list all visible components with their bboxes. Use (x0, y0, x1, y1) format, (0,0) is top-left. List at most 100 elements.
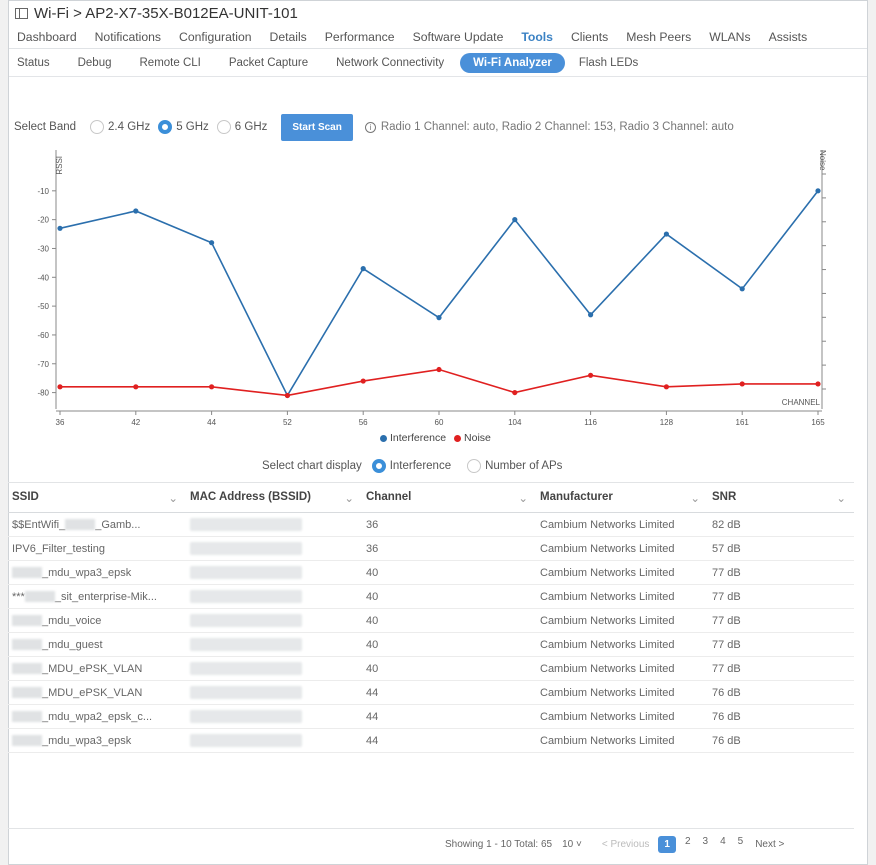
noise-data-point[interactable] (588, 372, 594, 378)
channel-cell: 40 (362, 584, 536, 609)
noise-data-point[interactable] (133, 384, 139, 390)
mac-cell (186, 704, 362, 729)
noise-data-point[interactable] (209, 384, 215, 390)
subtab-flash-leds[interactable]: Flash LEDs (579, 57, 638, 69)
table-row[interactable]: IPV6_Filter_testing 36 Cambium Networks Li… (8, 536, 854, 561)
page-size-select[interactable]: 10 ˅ (562, 839, 582, 850)
page-2-button[interactable]: 2 (685, 836, 691, 853)
table-row[interactable]: _mdu_wpa3_epsk 40 Cambium Networks Limited… (8, 560, 854, 585)
noise-data-point[interactable] (360, 378, 366, 384)
interference-data-point[interactable] (588, 312, 594, 318)
start-scan-button[interactable]: Start Scan (281, 113, 353, 141)
page-3-button[interactable]: 3 (703, 836, 709, 853)
noise-data-point[interactable] (815, 381, 821, 387)
chevron-down-icon[interactable]: ⌄ (168, 491, 178, 505)
tab-performance[interactable]: Performance (325, 30, 395, 44)
col-ssid[interactable]: SSID ⌄ (8, 482, 186, 513)
interference-data-point[interactable] (360, 266, 366, 272)
tab-clients[interactable]: Clients (571, 30, 608, 44)
tab-details[interactable]: Details (270, 30, 307, 44)
x-tick-label: 116 (584, 418, 597, 427)
subtab-packet-capture[interactable]: Packet Capture (229, 57, 308, 69)
noise-data-point[interactable] (663, 384, 670, 390)
chevron-down-icon[interactable]: ⌄ (518, 491, 528, 505)
page-1-button[interactable]: 1 (658, 836, 676, 853)
tab-tools[interactable]: Tools (521, 30, 553, 44)
manufacturer-cell: Cambium Networks Limited (536, 584, 708, 609)
chevron-down-icon[interactable]: ⌄ (836, 491, 846, 505)
legend-noise-label[interactable]: Noise (464, 432, 491, 444)
interference-data-point[interactable] (512, 217, 518, 223)
interference-data-point[interactable] (57, 225, 63, 231)
interference-data-point[interactable] (133, 208, 139, 214)
col-snr[interactable]: SNR ⌄ (708, 482, 854, 513)
ssid-suffix: _mdu_wpa3_epsk (42, 566, 132, 579)
x-tick-label: 36 (56, 418, 65, 427)
interference-data-point[interactable] (815, 188, 821, 194)
chevron-down-icon[interactable]: ⌄ (690, 491, 700, 505)
noise-data-point[interactable] (57, 384, 63, 390)
snr-cell: 76 dB (708, 704, 854, 729)
table-row[interactable]: _mdu_wpa2_epsk_c... 44 Cambium Networks Li… (8, 704, 854, 729)
tab-assists[interactable]: Assists (769, 30, 808, 44)
tab-notifications[interactable]: Notifications (95, 30, 161, 44)
y-left-tick-label: -40 (37, 273, 49, 282)
band-radio-6-ghz[interactable]: 6 GHz (216, 120, 267, 134)
table-row[interactable]: _mdu_guest 40 Cambium Networks Limited 77 d… (8, 632, 854, 657)
table-header-row: SSID ⌄ MAC Address (BSSID) ⌄ Channel ⌄ Manu… (8, 482, 854, 513)
noise-data-point[interactable] (739, 381, 745, 387)
page-4-button[interactable]: 4 (720, 836, 726, 853)
subtab-debug[interactable]: Debug (78, 57, 112, 69)
previous-page-button[interactable]: < Previous (602, 839, 650, 850)
noise-data-point[interactable] (284, 392, 290, 399)
page-5-button[interactable]: 5 (738, 836, 744, 853)
manufacturer-cell: Cambium Networks Limited (536, 704, 708, 729)
tab-dashboard[interactable]: Dashboard (17, 30, 77, 44)
subtab-status[interactable]: Status (17, 57, 50, 69)
channel-cell: 40 (362, 632, 536, 657)
table-row[interactable]: _MDU_ePSK_VLAN 44 Cambium Networks Limited… (8, 680, 854, 705)
table-row[interactable]: _MDU_ePSK_VLAN 40 Cambium Networks Limited… (8, 656, 854, 681)
table-row[interactable]: *** _sit_enterprise-Mik... 40 Cambium Netwo… (8, 584, 854, 609)
band-radio-5-ghz[interactable]: 5 GHz (158, 120, 209, 134)
tab-configuration[interactable]: Configuration (179, 30, 252, 44)
interference-data-point[interactable] (663, 231, 670, 237)
table-row[interactable]: $$EntWifi_ _Gamb... 36 Cambium Networks Lim… (8, 512, 854, 537)
ssid-cell: _MDU_ePSK_VLAN (8, 656, 186, 681)
chevron-down-icon[interactable]: ⌄ (344, 491, 354, 505)
interference-data-point[interactable] (436, 315, 442, 321)
interference-data-point[interactable] (739, 286, 745, 292)
subtab-remote-cli[interactable]: Remote CLI (140, 57, 201, 69)
table-row[interactable]: _mdu_voice 40 Cambium Networks Limited 77 d… (8, 608, 854, 633)
display-interference-radio[interactable]: Interference (371, 459, 451, 473)
noise-data-point[interactable] (512, 389, 518, 396)
band-radio-label: 5 GHz (176, 121, 209, 133)
chart-display-selector: Select chart display Interference Number… (262, 459, 570, 473)
subtab-network-connectivity[interactable]: Network Connectivity (336, 57, 444, 69)
radio-channel-info: Radio 1 Channel: auto, Radio 2 Channel: … (380, 121, 734, 133)
y-left-tick-label: -10 (37, 187, 49, 196)
subtab-wi-fi-analyzer[interactable]: Wi-Fi Analyzer (460, 52, 565, 73)
tab-mesh-peers[interactable]: Mesh Peers (626, 30, 691, 44)
panel-icon[interactable] (15, 7, 28, 19)
ssid-cell: IPV6_Filter_testing (8, 536, 186, 561)
interference-data-point[interactable] (209, 240, 215, 246)
redacted-mac (190, 542, 302, 555)
col-channel[interactable]: Channel ⌄ (362, 482, 536, 513)
legend-interference-label[interactable]: Interference (390, 432, 446, 444)
snr-cell: 57 dB (708, 536, 854, 561)
ssid-text: IPV6_Filter_testing (12, 542, 105, 555)
ssid-suffix: _sit_enterprise-Mik... (54, 590, 157, 603)
wifi-analyzer-chart: -10-20-30-40-50-60-70-80-10-20-30-40-50-… (37, 150, 827, 427)
next-page-button[interactable]: Next > (755, 839, 784, 850)
band-radio-2.4-ghz[interactable]: 2.4 GHz (90, 120, 150, 134)
col-manufacturer[interactable]: Manufacturer ⌄ (536, 482, 708, 513)
col-mac[interactable]: MAC Address (BSSID) ⌄ (186, 482, 362, 513)
x-tick-label: 128 (660, 418, 674, 427)
display-num-aps-radio[interactable]: Number of APs (467, 459, 562, 473)
tab-software-update[interactable]: Software Update (413, 30, 504, 44)
ssid-suffix: _MDU_ePSK_VLAN (42, 662, 143, 675)
table-row[interactable]: _mdu_wpa3_epsk 44 Cambium Networks Limited… (8, 728, 854, 753)
tab-wlans[interactable]: WLANs (709, 30, 750, 44)
noise-data-point[interactable] (436, 366, 442, 373)
